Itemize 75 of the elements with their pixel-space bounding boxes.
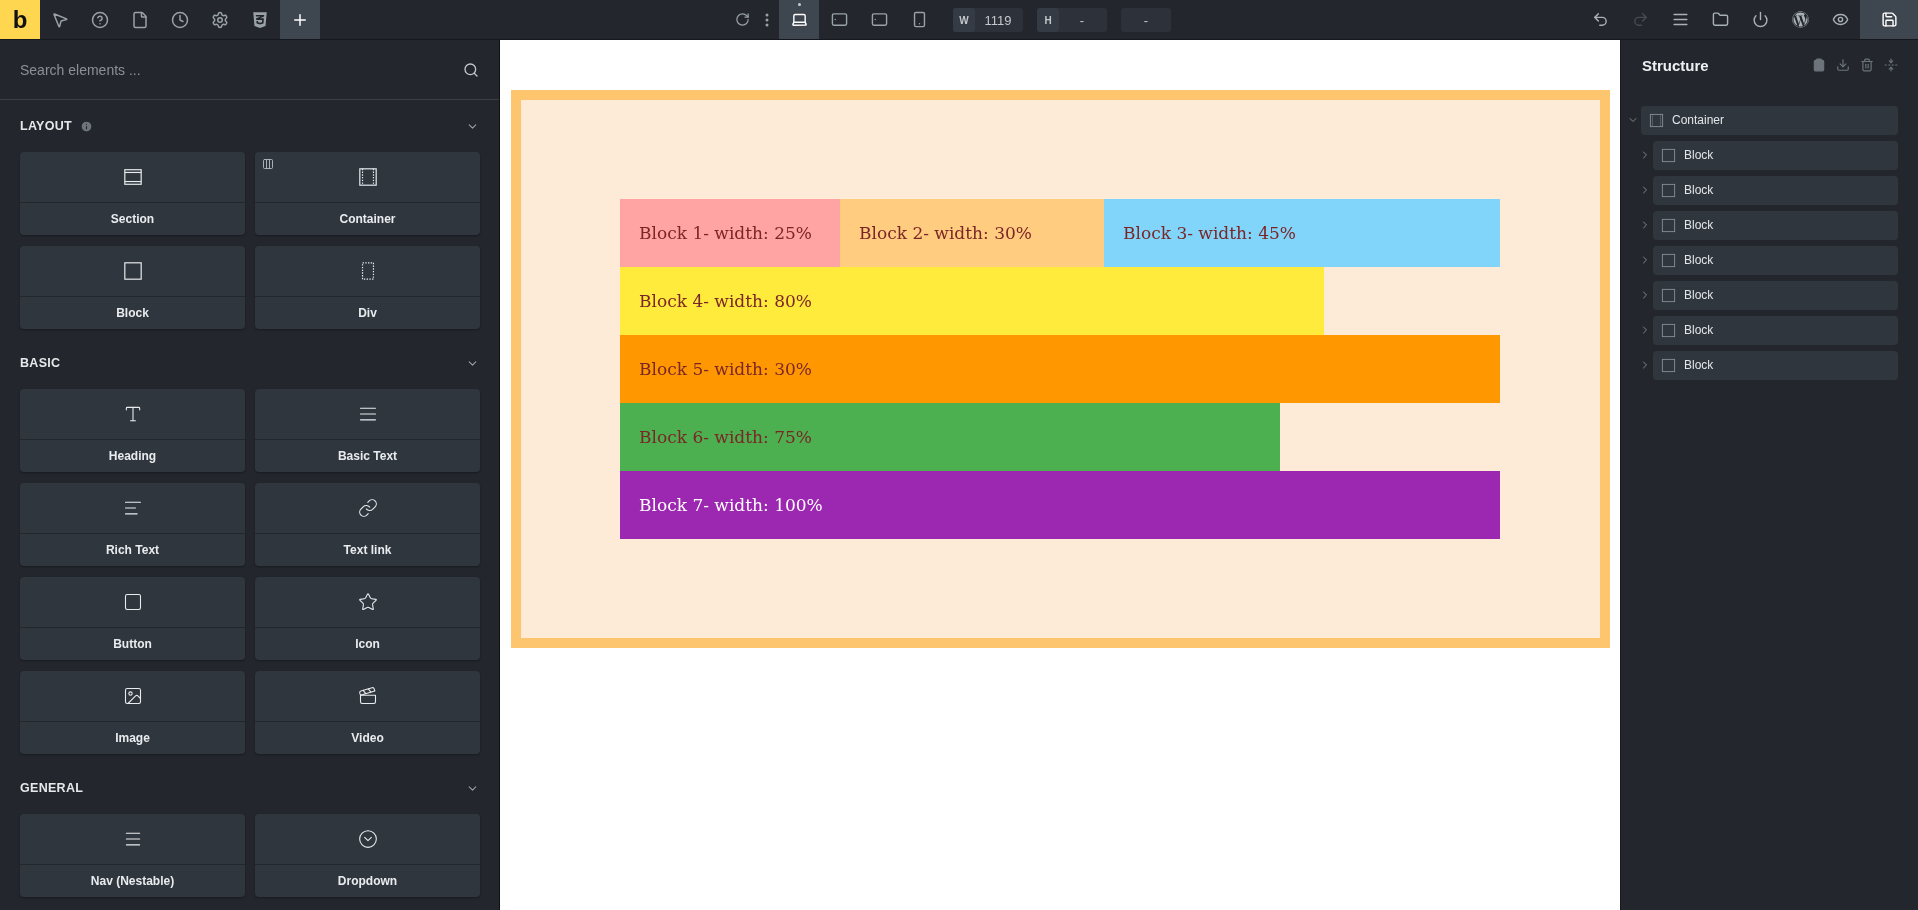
- laptop-icon: [790, 11, 808, 28]
- block[interactable]: Block 5- width: 30%: [620, 335, 1500, 403]
- block[interactable]: Block 6- width: 75%: [620, 403, 1280, 471]
- tablet-icon: [870, 11, 888, 28]
- pointer-icon: [51, 10, 69, 29]
- help-icon: [91, 10, 109, 29]
- element-card[interactable]: Heading: [20, 389, 245, 472]
- search-field[interactable]: Search elements ...: [20, 57, 463, 82]
- page-icon: [131, 10, 149, 29]
- chevron-circle-icon: [357, 829, 378, 849]
- square-icon: [1661, 182, 1676, 198]
- square-icon: [1661, 147, 1676, 163]
- toolbar-button[interactable]: [280, 0, 320, 39]
- element-card[interactable]: Rich Text: [20, 483, 245, 566]
- clipboard-icon: [1812, 58, 1826, 72]
- square-icon: [1661, 287, 1676, 303]
- element-card[interactable]: Basic Text: [255, 389, 480, 472]
- square-icon: [122, 592, 143, 612]
- square-icon: [1661, 322, 1676, 338]
- clapperboard-icon: [357, 686, 378, 706]
- block[interactable]: Block 7- width: 100%: [620, 471, 1500, 539]
- element-card[interactable]: Nav (Nestable): [20, 814, 245, 897]
- element-card[interactable]: Text link: [255, 483, 480, 566]
- more-icon: [765, 12, 769, 27]
- square-icon: [1661, 357, 1676, 373]
- trash-icon: [1860, 58, 1874, 72]
- shield-icon: [251, 10, 269, 29]
- logo[interactable]: b: [0, 0, 40, 39]
- group-title: GENERAL: [20, 781, 84, 795]
- search-icon: [463, 61, 479, 78]
- block[interactable]: Block 1- width: 25%: [620, 199, 840, 267]
- device-button[interactable]: [779, 0, 819, 39]
- element-card[interactable]: Block: [20, 246, 245, 329]
- tree-item[interactable]: Block: [1653, 245, 1898, 275]
- element-card[interactable]: Icon: [255, 577, 480, 660]
- element-card[interactable]: Video: [255, 671, 480, 754]
- group-title: LAYOUT: [20, 119, 73, 133]
- width-field[interactable]: W 1119: [953, 8, 1023, 32]
- square-icon: [1661, 252, 1676, 268]
- element-card[interactable]: Dropdown: [255, 814, 480, 897]
- height-field[interactable]: H -: [1037, 8, 1107, 32]
- block[interactable]: Block 2- width: 30%: [840, 199, 1104, 267]
- element-card[interactable]: Div: [255, 246, 480, 329]
- element-card[interactable]: Section: [20, 152, 245, 235]
- image-icon: [122, 686, 143, 706]
- element-card[interactable]: Image: [20, 671, 245, 754]
- tree-item[interactable]: Container: [1641, 105, 1898, 135]
- settings-icon: [211, 10, 229, 29]
- block[interactable]: Block 3- width: 45%: [1104, 199, 1500, 267]
- container-icon: [357, 167, 378, 187]
- toolbar-button[interactable]: [1860, 0, 1918, 39]
- download-icon: [1836, 58, 1850, 72]
- section-icon: [122, 167, 143, 187]
- tablet-icon: [830, 11, 848, 28]
- indicator-dot: [797, 3, 801, 6]
- element-card[interactable]: Container: [255, 152, 480, 235]
- link-icon: [357, 498, 378, 518]
- tree-item[interactable]: Block: [1653, 315, 1898, 345]
- collapse-icon: [1884, 58, 1898, 72]
- square-icon: [122, 261, 143, 281]
- tree-item[interactable]: Block: [1653, 350, 1898, 380]
- tree-item[interactable]: Block: [1653, 210, 1898, 240]
- tree-item[interactable]: Block: [1653, 280, 1898, 310]
- unit-field[interactable]: -: [1121, 8, 1171, 32]
- tree-item[interactable]: Block: [1653, 175, 1898, 205]
- block[interactable]: Block 4- width: 80%: [620, 267, 1324, 335]
- clock-icon: [171, 10, 189, 29]
- group-title: BASIC: [20, 356, 61, 370]
- square-icon: [1661, 217, 1676, 233]
- star-icon: [357, 592, 378, 612]
- element-card[interactable]: Button: [20, 577, 245, 660]
- reload-icon: [734, 12, 750, 27]
- tree-item[interactable]: Block: [1653, 140, 1898, 170]
- container-icon: [1649, 112, 1664, 128]
- panel-title: Structure: [1642, 56, 1709, 74]
